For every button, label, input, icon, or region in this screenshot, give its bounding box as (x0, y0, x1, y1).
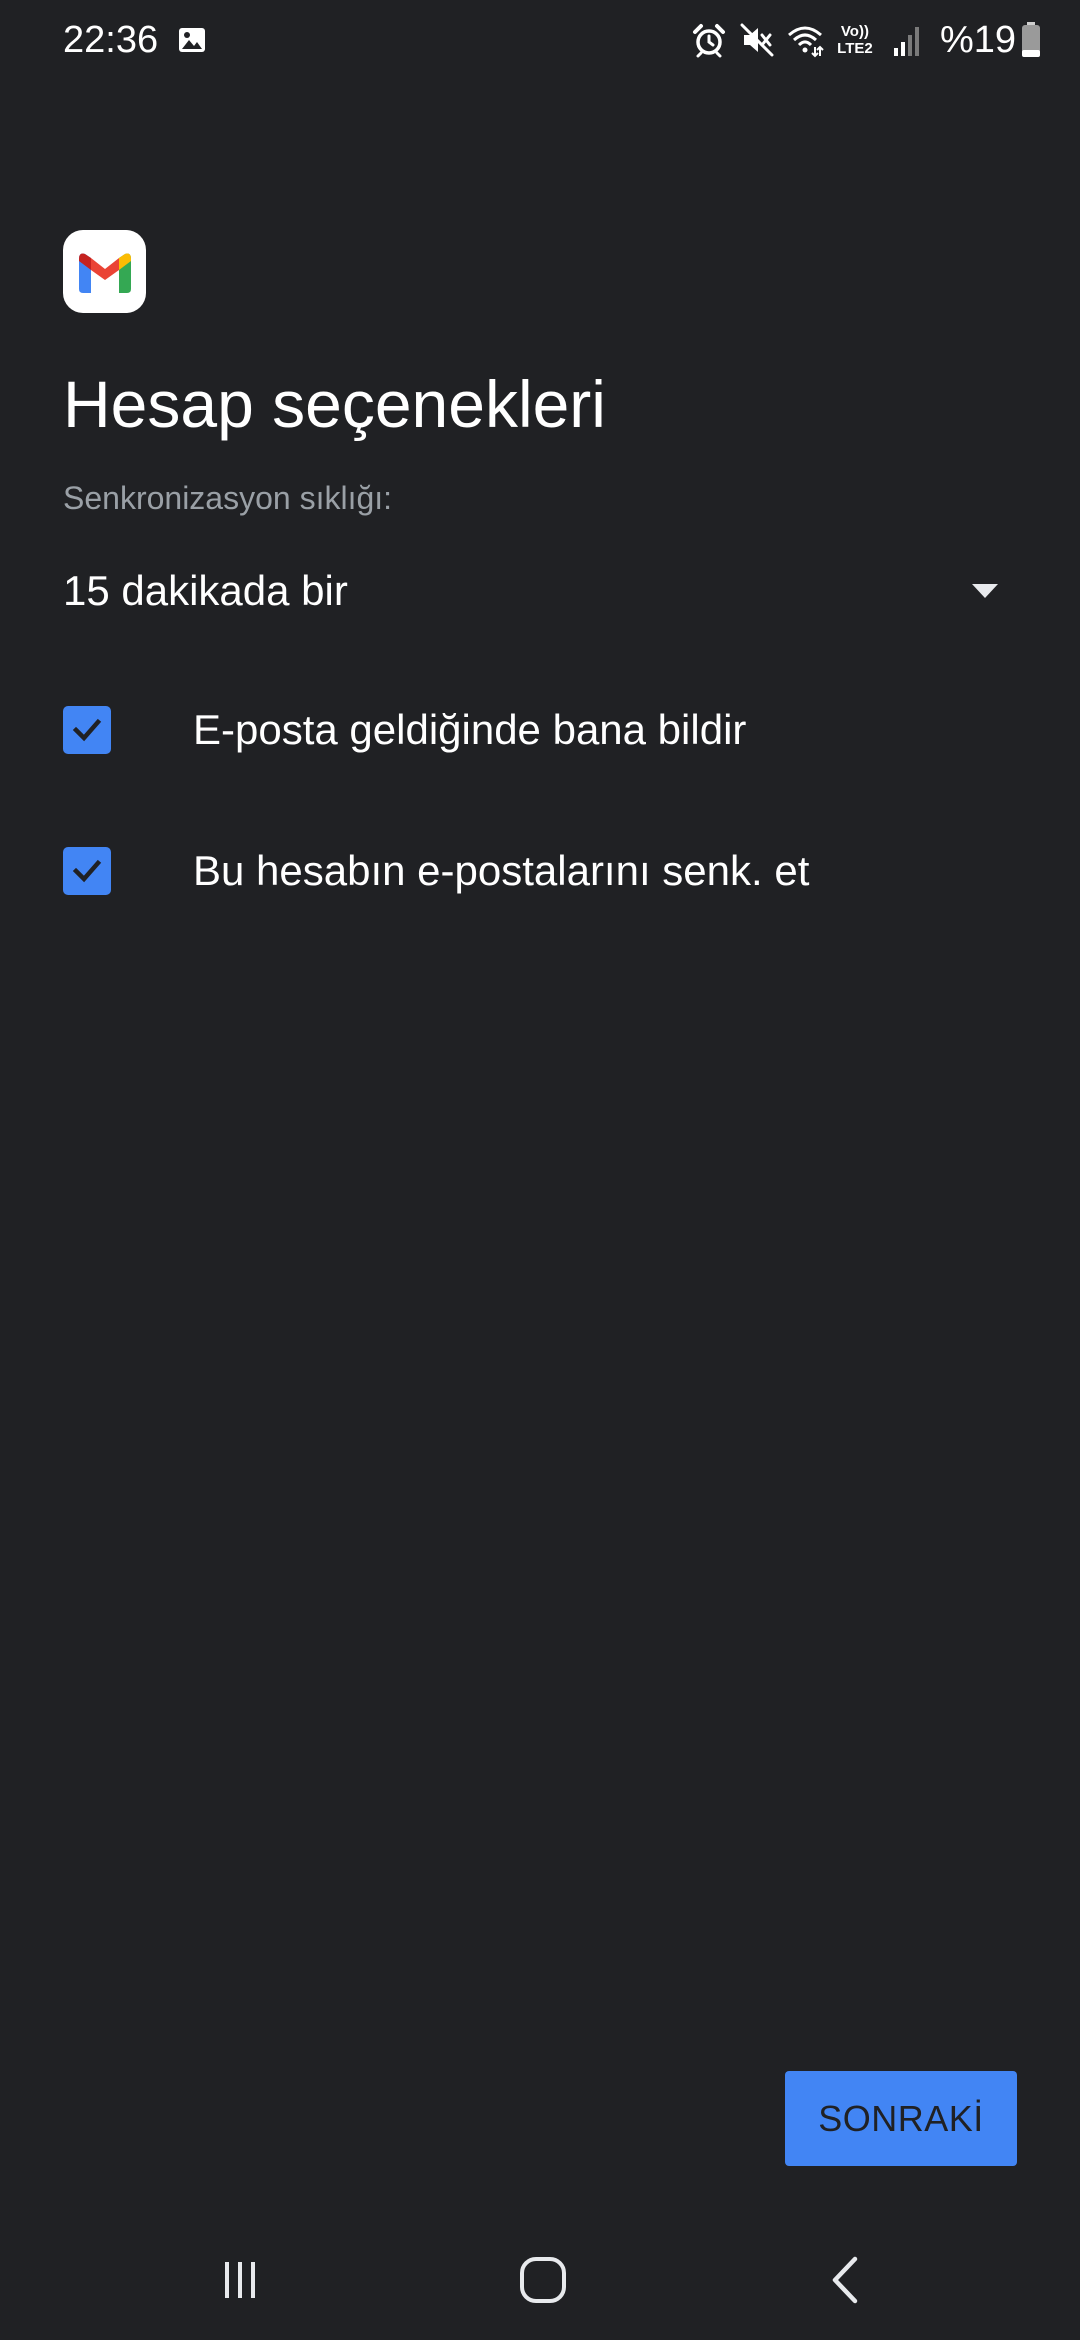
status-icons: Vo)) LTE2 %19 (680, 16, 1042, 64)
back-icon (832, 2256, 858, 2304)
home-icon (520, 2257, 566, 2303)
status-time: 22:36 (63, 19, 159, 61)
battery-percent: %19 (939, 19, 1016, 61)
status-bar: 22:36 Vo)) LTE2 %19 (0, 0, 1080, 80)
gmail-logo-icon (63, 230, 146, 313)
sync-frequency-select[interactable]: 15 dakikada bir (63, 560, 1003, 622)
back-button[interactable] (805, 2240, 885, 2320)
signal-icon (893, 27, 919, 56)
wifi-icon (787, 26, 824, 58)
notify-new-mail-label: E-posta geldiğinde bana bildir (193, 706, 747, 753)
sync-frequency-value: 15 dakikada bir (63, 567, 348, 614)
sync-account-mail-checkbox[interactable] (63, 847, 111, 895)
volte-label: Vo)) (840, 23, 869, 40)
mute-icon (740, 23, 774, 57)
home-button[interactable] (503, 2240, 583, 2320)
checkmark-icon (72, 859, 102, 883)
sync-account-mail-label: Bu hesabın e-postalarını senk. et (193, 847, 810, 894)
alarm-icon (692, 24, 725, 58)
battery-icon (1022, 22, 1040, 57)
notify-new-mail-checkbox[interactable] (63, 706, 111, 754)
sync-frequency-label: Senkronizasyon sıklığı: (63, 480, 393, 516)
gallery-icon (179, 28, 205, 52)
volte-lte-icon: Vo)) LTE2 (832, 20, 878, 60)
next-button[interactable]: SONRAKİ (785, 2071, 1017, 2166)
checkmark-icon (72, 718, 102, 742)
notify-new-mail-option[interactable]: E-posta geldiğinde bana bildir (63, 700, 1013, 760)
sync-account-mail-option[interactable]: Bu hesabın e-postalarını senk. et (63, 841, 1013, 901)
navigation-bar (0, 2220, 1080, 2340)
page-title: Hesap seçenekleri (63, 367, 606, 441)
lte-label: LTE2 (837, 40, 873, 57)
dropdown-arrow-icon (972, 584, 998, 598)
recents-button[interactable] (200, 2240, 280, 2320)
recents-icon (225, 2262, 255, 2298)
